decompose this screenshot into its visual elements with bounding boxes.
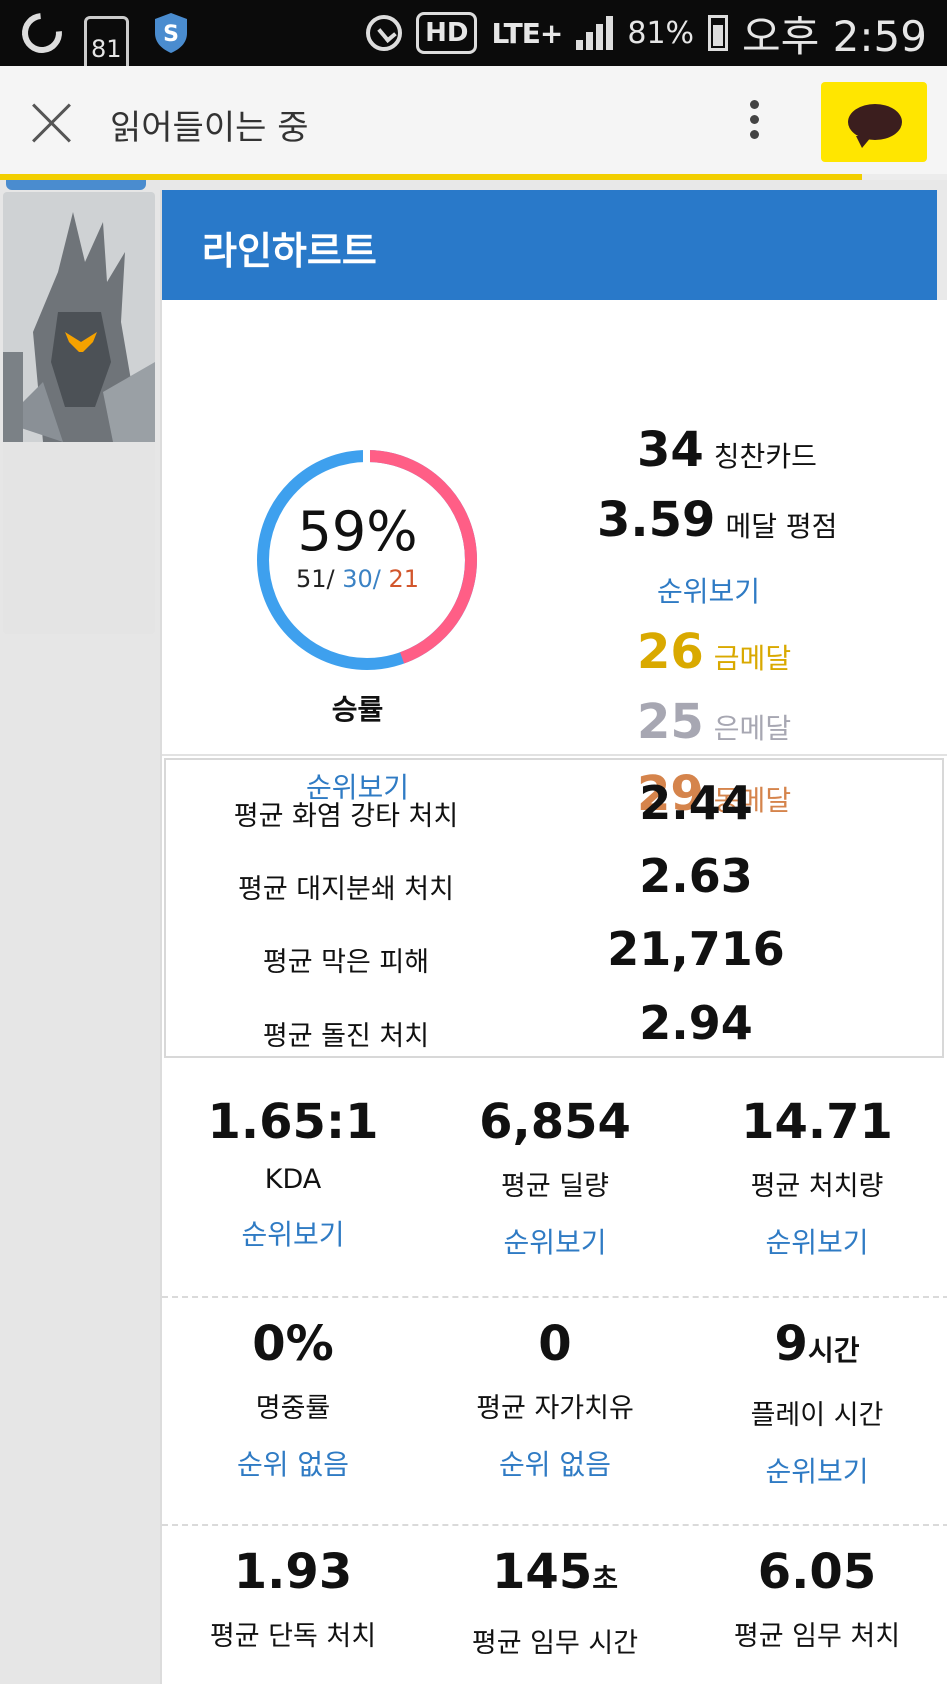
- damage-stat: 6,854 평균 딜량 순위보기: [424, 1092, 686, 1261]
- stat-value: 14.71: [741, 1094, 893, 1150]
- rank-link[interactable]: 순위보기: [162, 1213, 424, 1253]
- carrier-icon: [13, 0, 71, 66]
- stat-value: 0%: [252, 1316, 334, 1372]
- kda-stat: 1.65:1 KDA 순위보기: [162, 1092, 424, 1253]
- stat-value: 1.65:1: [207, 1094, 379, 1150]
- cards-label: 칭찬카드: [713, 440, 817, 473]
- eliminations-stat: 14.71 평균 처치량 순위보기: [686, 1092, 947, 1261]
- winrate-percent: 59%: [297, 500, 418, 563]
- rank-link[interactable]: 순위 없음: [162, 1443, 424, 1483]
- hero-specific-stats: 평균 화염 강타 처치 2.44 평균 대지분쇄 처치 2.63 평균 막은 피…: [164, 758, 944, 1058]
- close-button[interactable]: [30, 100, 74, 144]
- hero-stats-card: 라인하르트 59% 51/ 30/ 21 승률 순위보기 34 칭찬카드 3.59: [160, 190, 947, 1684]
- medal-rank-link[interactable]: 순위보기: [657, 570, 760, 610]
- rank-link[interactable]: 순위보기: [686, 1221, 947, 1261]
- browser-app-bar: 읽어들이는 중: [0, 66, 947, 174]
- rank-link[interactable]: 순위보기: [424, 1221, 686, 1261]
- losses: 30: [342, 565, 373, 593]
- hero-portrait[interactable]: [3, 192, 155, 634]
- stat-value: 6,854: [479, 1094, 631, 1150]
- divider: [162, 1296, 947, 1298]
- stat-unit: 초: [592, 1562, 618, 1595]
- overview-section: 59% 51/ 30/ 21 승률 순위보기 34 칭찬카드 3.59 메달 평점 …: [162, 300, 947, 822]
- stat-label: 평균 단독 처치: [209, 1621, 377, 1652]
- chat-bubble-icon: [848, 104, 902, 148]
- stat-label: 플레이 시간: [750, 1400, 884, 1431]
- medal-score-value: 3.59: [597, 492, 716, 548]
- accuracy-stat: 0% 명중률 순위 없음: [162, 1314, 424, 1483]
- battery-icon: [708, 15, 729, 51]
- solo-kills-stat: 1.93 평균 단독 처치: [162, 1542, 424, 1653]
- hero-stat-row: 평균 돌진 처치 2.94: [166, 990, 946, 1064]
- stat-label: 평균 자가치유: [476, 1393, 634, 1424]
- selected-tab-indicator: [6, 180, 146, 190]
- hero-stat-label: 평균 막은 피해: [262, 947, 430, 978]
- hero-stat-value: 2.94: [639, 996, 753, 1050]
- winrate-label: 승률: [331, 693, 384, 726]
- gold-medal-stat: 26 금메달: [637, 624, 791, 680]
- status-right: HD LTE+ 81% 오후 2:59: [366, 0, 927, 66]
- lte-icon: LTE+: [491, 16, 563, 50]
- shield-icon: S: [152, 0, 190, 66]
- status-bar: 81 S HD LTE+ 81% 오후 2:59: [0, 0, 947, 82]
- objective-time-stat: 145초 평균 임무 시간: [424, 1542, 686, 1660]
- hero-name: 라인하르트: [162, 190, 947, 300]
- stat-unit: 시간: [807, 1334, 860, 1367]
- stat-label: 평균 딜량: [501, 1171, 609, 1202]
- separator: /: [326, 565, 335, 593]
- separator: /: [372, 565, 381, 593]
- hero-stat-label: 평균 돌진 처치: [262, 1021, 430, 1052]
- gold-label: 금메달: [713, 642, 792, 675]
- silver-label: 은메달: [713, 712, 792, 745]
- medal-score-label: 메달 평점: [725, 510, 838, 543]
- hero-stat-value: 2.63: [639, 849, 753, 903]
- page-title: 읽어들이는 중: [110, 108, 309, 148]
- win-loss-draw: 51/ 30/ 21: [250, 565, 465, 593]
- wins: 51: [295, 565, 327, 593]
- hd-icon: HD: [416, 12, 478, 54]
- stat-value: 145: [492, 1544, 593, 1600]
- silver-value: 25: [637, 694, 704, 750]
- svg-text:S: S: [163, 22, 179, 47]
- stat-label: 평균 처치량: [750, 1171, 884, 1202]
- hero-stat-label: 평균 화염 강타 처치: [233, 801, 459, 832]
- playtime-stat: 9시간 플레이 시간 순위보기: [686, 1314, 947, 1490]
- more-options-button[interactable]: [742, 100, 766, 144]
- gold-value: 26: [637, 624, 704, 680]
- hero-stat-label: 평균 대지분쇄 처치: [238, 874, 454, 905]
- battery-percent: 81%: [627, 15, 695, 51]
- stat-label: 평균 임무 시간: [471, 1628, 639, 1659]
- hero-stat-row: 평균 화염 강타 처치 2.44: [166, 770, 946, 844]
- stat-value: 1.93: [233, 1544, 353, 1600]
- cards-value: 34: [637, 422, 704, 478]
- hero-stat-row: 평균 막은 피해 21,716: [166, 916, 946, 990]
- medal-score-stat: 3.59 메달 평점: [597, 492, 837, 548]
- silver-medal-stat: 25 은메달: [637, 694, 791, 750]
- stat-value: 6.05: [757, 1544, 877, 1600]
- rank-link[interactable]: 순위보기: [686, 1450, 947, 1490]
- clock: 오후 2:59: [742, 11, 927, 61]
- hero-list: [0, 180, 160, 1684]
- divider: [162, 1524, 947, 1526]
- objective-kills-stat: 6.05 평균 임무 처치: [686, 1542, 947, 1653]
- hero-stat-value: 21,716: [607, 922, 785, 976]
- self-heal-stat: 0 평균 자가치유 순위 없음: [424, 1314, 686, 1483]
- kakaotalk-share-button[interactable]: [821, 82, 927, 162]
- rank-link[interactable]: 순위 없음: [424, 1443, 686, 1483]
- signal-icon: [576, 16, 614, 50]
- cards-stat: 34 칭찬카드: [637, 422, 817, 478]
- stat-value: 0: [538, 1316, 572, 1372]
- alarm-icon: [366, 15, 403, 51]
- hero-stat-value: 2.44: [639, 776, 753, 830]
- stat-label: KDA: [264, 1164, 322, 1195]
- draws: 21: [388, 565, 420, 593]
- hero-stat-row: 평균 대지분쇄 처치 2.63: [166, 843, 946, 917]
- stat-label: 명중률: [255, 1393, 331, 1424]
- stat-label: 평균 임무 처치: [733, 1621, 901, 1652]
- winrate-center: 59% 51/ 30/ 21: [250, 500, 465, 593]
- stat-value: 9: [774, 1316, 808, 1372]
